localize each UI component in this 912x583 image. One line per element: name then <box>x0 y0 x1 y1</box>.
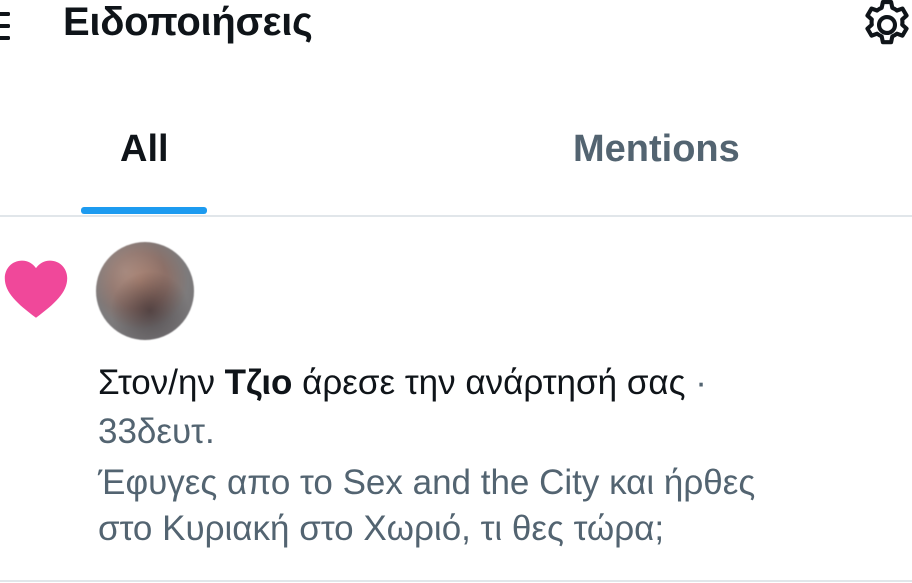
tab-all-label: All <box>120 128 169 170</box>
avatar[interactable] <box>96 242 194 340</box>
tab-active-indicator <box>81 207 207 214</box>
post-preview-text[interactable]: Έφυγες απο το Sex and the City και ήρθες… <box>98 460 898 552</box>
tab-mentions-label: Mentions <box>573 128 740 170</box>
notification-divider <box>0 580 912 582</box>
notifications-page: Ειδοποιήσεις All Mentions Στον/ην Τζιο ά… <box>0 0 912 583</box>
notification-tabs: All Mentions <box>0 100 912 216</box>
hamburger-menu-icon[interactable] <box>0 8 14 44</box>
heart-icon <box>4 260 68 318</box>
separator-dot: · <box>685 363 707 402</box>
notification-prefix: Στον/ην <box>98 363 225 402</box>
notification-action: άρεσε την ανάρτησή σας <box>292 363 686 402</box>
notification-text: Στον/ην Τζιο άρεσε την ανάρτησή σας · <box>98 361 707 405</box>
page-title: Ειδοποιήσεις <box>63 0 313 44</box>
notification-timestamp: 33δευτ. <box>98 412 215 451</box>
notification-item[interactable]: Στον/ην Τζιο άρεσε την ανάρτησή σας · 33… <box>0 217 912 581</box>
tab-all[interactable]: All <box>0 100 300 216</box>
tab-mentions[interactable]: Mentions <box>456 100 876 216</box>
user-name[interactable]: Τζιο <box>225 363 293 402</box>
gear-icon[interactable] <box>858 0 912 54</box>
